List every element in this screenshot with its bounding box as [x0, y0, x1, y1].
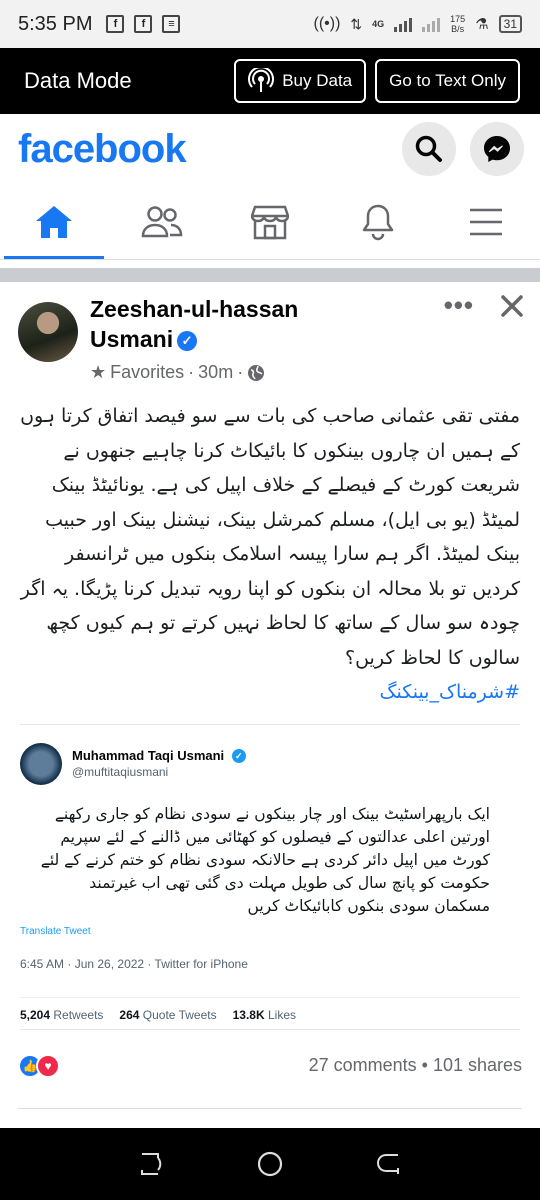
recent-apps-icon[interactable] [137, 1151, 163, 1177]
search-button[interactable] [402, 122, 456, 176]
tab-friends[interactable] [108, 184, 216, 259]
news-notification-icon: ≡ [162, 15, 181, 33]
audience-label[interactable]: Favorites [110, 362, 184, 383]
post-header: Zeeshan-ul-hassan Usmani ✓ ★ Favorites · … [0, 282, 540, 383]
post-text: مفتی تقی عثمانی صاحب کی بات سے سو فیصد ا… [20, 405, 520, 669]
tweet-date: 6:45 AM · Jun 26, 2022 · Twitter for iPh… [20, 956, 248, 971]
verified-badge-icon: ✓ [177, 330, 198, 351]
tweet-author-handle: @muftitaqiusmani [72, 765, 169, 780]
network-label: 4G [372, 19, 385, 29]
network-speed: 175 B/s [450, 14, 466, 34]
facebook-notification-icon-2: f [134, 15, 153, 33]
feed-divider [0, 260, 540, 282]
tab-marketplace[interactable] [216, 184, 324, 259]
tweet-text: ایک بارپھراسٹیٹ بینک اور چار بینکوں نے س… [40, 804, 490, 915]
hotspot-icon: ((•)) [313, 15, 341, 32]
main-tab-bar [0, 184, 540, 260]
data-arrows-icon: ⇅ [350, 15, 363, 32]
author-name[interactable]: Zeeshan-ul-hassan Usmani ✓ [90, 294, 298, 354]
data-mode-title: Data Mode [24, 68, 132, 93]
menu-icon [470, 208, 502, 235]
marketplace-icon [251, 205, 289, 239]
author-avatar[interactable] [18, 302, 78, 362]
home-nav-icon[interactable] [256, 1150, 284, 1178]
bell-icon [362, 204, 394, 240]
post-time[interactable]: 30m [198, 362, 233, 383]
close-icon[interactable] [500, 294, 524, 318]
friends-icon [141, 205, 183, 237]
tab-home[interactable] [0, 184, 108, 259]
tweet-retweets: 5,204 Retweets [20, 1007, 104, 1022]
system-nav-bar [0, 1128, 540, 1200]
battery-icon: 31 [498, 15, 522, 33]
status-time: 5:35 PM [18, 12, 93, 35]
engagement-counts: 27 comments • 101 shares [309, 1055, 522, 1076]
shares-count[interactable]: 101 shares [433, 1055, 522, 1075]
buy-data-label: Buy Data [282, 71, 353, 90]
tweet-screenshot[interactable]: Muhammad Taqi Usmani ✓ @muftitaqiusmani … [20, 723, 520, 1030]
data-mode-bar: Data Mode Buy Data Go to Text Only [0, 48, 540, 114]
home-icon [36, 205, 72, 238]
author-name-line1: Zeeshan-ul-hassan [90, 296, 299, 322]
messenger-button[interactable] [470, 122, 524, 176]
meta-dot: · [188, 362, 195, 382]
signal-icon [394, 16, 413, 32]
tab-notifications[interactable] [324, 184, 432, 259]
search-icon [415, 135, 442, 162]
facebook-header: facebook [0, 114, 540, 184]
post-footer-divider [18, 1108, 522, 1109]
counts-dot: • [421, 1055, 433, 1075]
status-bar: 5:35 PM f f ≡ ((•)) ⇅ 4G 175 B/s ⚗ 31 [0, 0, 540, 48]
flask-icon: ⚗ [475, 16, 489, 33]
facebook-logo[interactable]: facebook [18, 127, 187, 172]
love-reaction-icon: ♥ [36, 1053, 60, 1078]
comments-count[interactable]: 27 comments [309, 1055, 417, 1075]
post-meta: ★ Favorites · 30m · [90, 362, 298, 383]
status-right: ((•)) ⇅ 4G 175 B/s ⚗ 31 [313, 14, 522, 34]
buy-data-button[interactable]: Buy Data [234, 59, 367, 103]
star-icon: ★ [90, 362, 107, 382]
more-options-icon[interactable]: ••• [444, 290, 474, 321]
facebook-notification-icon: f [106, 15, 125, 33]
reactions-row: 👍 ♥ 27 comments • 101 shares [0, 1030, 540, 1078]
text-only-button[interactable]: Go to Text Only [375, 59, 520, 103]
translate-tweet-link: Translate Tweet [20, 925, 91, 937]
broadcast-icon [248, 68, 275, 92]
messenger-icon [484, 136, 510, 162]
tweet-author-name: Muhammad Taqi Usmani ✓ [72, 748, 246, 764]
tweet-author-avatar [20, 742, 62, 785]
post-hashtag[interactable]: #شرمناک_بینکنگ [379, 681, 520, 703]
reaction-icons[interactable]: 👍 ♥ [18, 1053, 60, 1078]
tweet-quotes: 264 Quote Tweets [119, 1007, 217, 1022]
meta-dot-2: · [237, 362, 244, 382]
text-only-label: Go to Text Only [389, 71, 506, 90]
globe-icon [248, 364, 265, 381]
back-icon[interactable] [377, 1151, 403, 1177]
tweet-likes: 13.8K Likes [232, 1007, 296, 1022]
post-body: مفتی تقی عثمانی صاحب کی بات سے سو فیصد ا… [0, 383, 540, 710]
tab-menu[interactable] [432, 184, 540, 259]
signal-icon-2 [422, 16, 441, 32]
author-name-line2: Usmani [90, 326, 174, 352]
tweet-stats: 5,204 Retweets 264 Quote Tweets 13.8K Li… [20, 996, 520, 1022]
tweet-verified-icon: ✓ [231, 749, 246, 764]
